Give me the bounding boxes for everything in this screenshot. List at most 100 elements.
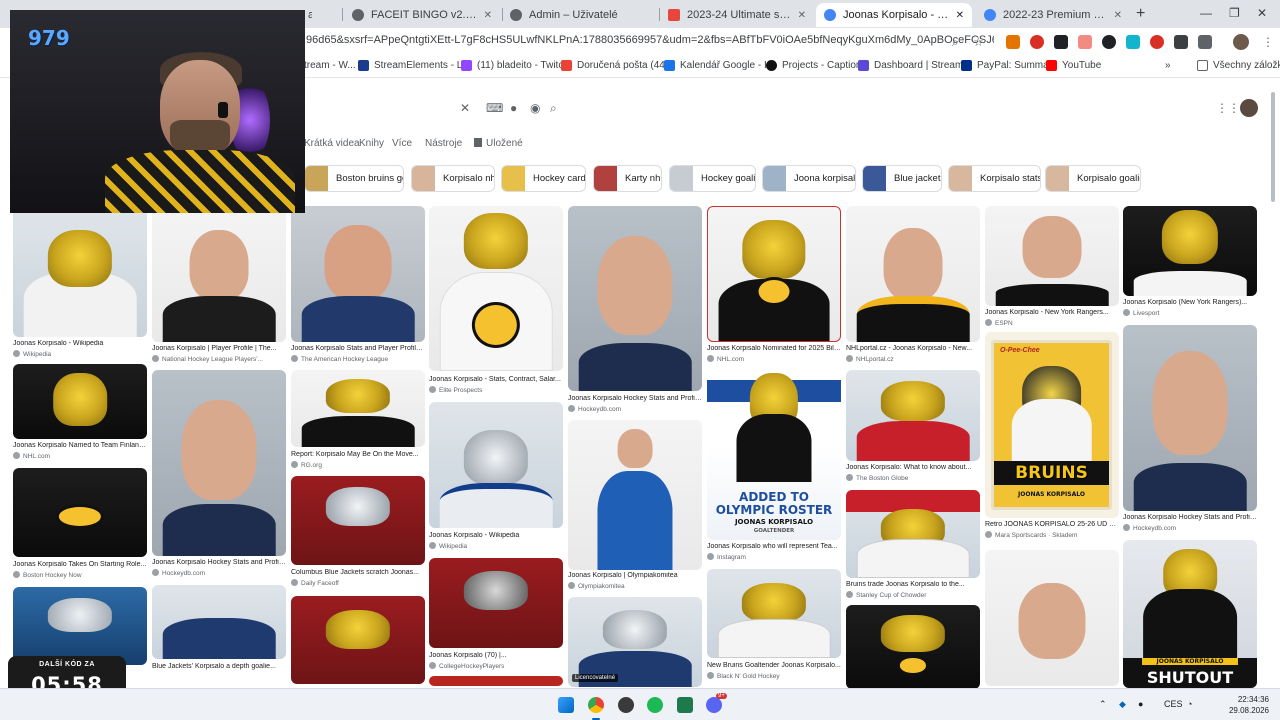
other-bookmarks[interactable]: Všechny záložky	[1197, 60, 1280, 71]
search-box[interactable]: ✕ ⌨ ● ◉ ⌕	[290, 94, 570, 124]
extension-icon[interactable]	[1030, 35, 1044, 49]
chip-blue-jackets[interactable]: Blue jackets	[862, 165, 942, 192]
window-close-icon[interactable]: ✕	[1257, 6, 1267, 20]
spotify-icon[interactable]	[647, 697, 663, 713]
chip-hockey-goalie[interactable]: Hockey goalie	[669, 165, 756, 192]
google-account-avatar[interactable]	[1240, 99, 1258, 117]
bookmark-item[interactable]: Projects - Captions	[766, 60, 866, 71]
chip-boston-bruins-goalie[interactable]: Boston bruins goalie	[304, 165, 404, 192]
keyboard-icon[interactable]: ⌨	[486, 101, 503, 115]
tab-admin[interactable]: Admin – Uživatelé	[502, 3, 658, 27]
goalie-photo[interactable]	[13, 468, 147, 557]
close-tab-icon[interactable]: ✕	[484, 10, 492, 21]
person-photo[interactable]	[568, 420, 702, 570]
filter-books[interactable]: Knihy	[359, 138, 384, 149]
headshot-photo[interactable]	[291, 206, 425, 342]
bookmark-item[interactable]: PayPal: Summary	[961, 60, 1057, 71]
bookmark-item[interactable]: Dashboard | Stream...	[858, 60, 972, 71]
chip-karty-nhl[interactable]: Karty nhl	[593, 165, 662, 192]
filter-more[interactable]: Více	[392, 138, 412, 149]
trading-card-image[interactable]: O-Pee-Chee BRUINS JOONAS KORPISALO	[985, 332, 1119, 518]
scrollbar-thumb[interactable]	[1271, 92, 1275, 202]
goalie-photo[interactable]	[1123, 206, 1257, 296]
extension-icon[interactable]	[1102, 35, 1116, 49]
language-indicator[interactable]: CES	[1164, 699, 1183, 709]
shutout-graphic[interactable]: JOONAS KORPISALO SHUTOUT	[1123, 540, 1257, 688]
bookmark-item[interactable]: tream - W...	[304, 60, 356, 71]
bookmark-item[interactable]: YouTube	[1046, 60, 1101, 71]
bookmark-star-icon[interactable]: ☆	[973, 35, 984, 49]
filter-tools[interactable]: Nástroje	[425, 138, 462, 149]
goalie-photo[interactable]	[846, 490, 980, 578]
goalie-photo[interactable]	[291, 370, 425, 447]
filter-short-videos[interactable]: Krátká videa	[304, 138, 360, 149]
goalie-photo[interactable]	[291, 476, 425, 565]
new-tab-icon[interactable]: +	[1136, 5, 1145, 23]
goalie-photo[interactable]	[429, 676, 563, 686]
headshot-photo[interactable]	[1123, 325, 1257, 511]
tray-app-icon[interactable]: ◆	[1119, 699, 1126, 710]
microphone-tray-icon[interactable]: ●	[1138, 699, 1143, 709]
chip-joona-korpisalo[interactable]: Joona korpisalo	[762, 165, 856, 192]
headshot-photo[interactable]	[846, 206, 980, 342]
search-icon[interactable]: ⌕	[550, 101, 557, 116]
bookmark-item[interactable]: Doručená pošta (44...	[561, 60, 673, 71]
clear-icon[interactable]: ✕	[460, 101, 470, 115]
headshot-photo[interactable]	[985, 206, 1119, 306]
tab-faceit-bingo[interactable]: FACEIT BINGO v2.0 | twitch.tv/b ✕	[344, 3, 500, 27]
zoom-icon[interactable]: ⌕	[952, 35, 959, 50]
headshot-photo[interactable]	[152, 206, 286, 342]
tab-ultimate-signatures[interactable]: 2023-24 Ultimate signatures U ✕	[660, 3, 814, 27]
goalie-photo[interactable]	[429, 402, 563, 528]
goalie-photo[interactable]	[707, 206, 841, 342]
chip-korpisalo-nhl[interactable]: Korpisalo nhl	[411, 165, 495, 192]
goalie-photo[interactable]	[152, 585, 286, 659]
excel-icon[interactable]	[677, 697, 693, 713]
extension-icon[interactable]	[1054, 35, 1068, 49]
bookmarks-overflow-icon[interactable]: »	[1165, 60, 1171, 71]
goalie-photo[interactable]	[846, 370, 980, 461]
extension-icon[interactable]	[1006, 35, 1020, 49]
page-scrollbar[interactable]	[1270, 90, 1276, 680]
chip-hockey-cards[interactable]: Hockey cards	[501, 165, 586, 192]
menu-dots-icon[interactable]: ⋮	[1262, 35, 1274, 49]
goalie-photo[interactable]	[429, 558, 563, 648]
close-tab-icon[interactable]: ✕	[1114, 10, 1122, 21]
puzzle-icon[interactable]	[1198, 35, 1212, 49]
goalie-photo[interactable]	[429, 206, 563, 371]
system-clock[interactable]: 22:34:36 29.08.2026	[1201, 694, 1269, 716]
filter-saved[interactable]: Uložené	[474, 138, 523, 149]
goalie-photo[interactable]	[13, 206, 147, 337]
microphone-icon[interactable]: ●	[510, 101, 517, 115]
goalie-photo[interactable]	[846, 605, 980, 689]
tray-overflow-icon[interactable]: ⌃	[1099, 699, 1107, 710]
goalie-photo[interactable]: Licencovatelné	[568, 597, 702, 687]
goalie-photo[interactable]	[13, 587, 147, 665]
discord-icon[interactable]: 9+	[706, 693, 727, 713]
chip-korpisalo-stats[interactable]: Korpisalo stats	[948, 165, 1041, 192]
obs-icon[interactable]	[618, 697, 634, 713]
chip-korpisalo-goalie[interactable]: Korpisalo goalie	[1045, 165, 1141, 192]
close-tab-icon[interactable]: ✕	[956, 10, 964, 21]
bookmark-item[interactable]: Kalendář Google - I...	[664, 60, 775, 71]
headshot-photo[interactable]	[152, 370, 286, 556]
maximize-icon[interactable]: ❐	[1229, 6, 1240, 20]
bookmark-item[interactable]: (11) bladeito - Twitch	[461, 60, 569, 71]
lens-icon[interactable]: ◉	[530, 101, 540, 115]
extension-icon[interactable]	[1078, 35, 1092, 49]
headshot-photo[interactable]	[985, 550, 1119, 686]
start-icon[interactable]	[558, 697, 574, 713]
network-icon[interactable]: ◔	[1187, 699, 1192, 709]
profile-avatar[interactable]	[1233, 34, 1249, 50]
minimize-icon[interactable]: —	[1200, 6, 1212, 20]
goalie-photo[interactable]	[13, 364, 147, 439]
headshot-photo[interactable]	[568, 206, 702, 391]
extension-icon[interactable]	[1150, 35, 1164, 49]
close-tab-icon[interactable]: ✕	[798, 10, 806, 21]
olympic-roster-graphic[interactable]: ADDED TO OLYMPIC ROSTER JOONAS KORPISALO…	[707, 370, 841, 540]
chrome-icon[interactable]	[588, 697, 604, 720]
bookmark-item[interactable]: StreamElements - L...	[358, 60, 471, 71]
extension-icon[interactable]	[1174, 35, 1188, 49]
address-bar[interactable]: 96d65&sxsrf=APpeQntgtiXEtt-L7gF8cHS5ULwf…	[306, 34, 994, 46]
tab-google-search-active[interactable]: Joonas Korpisalo - Hledat Goo ✕	[816, 3, 972, 27]
